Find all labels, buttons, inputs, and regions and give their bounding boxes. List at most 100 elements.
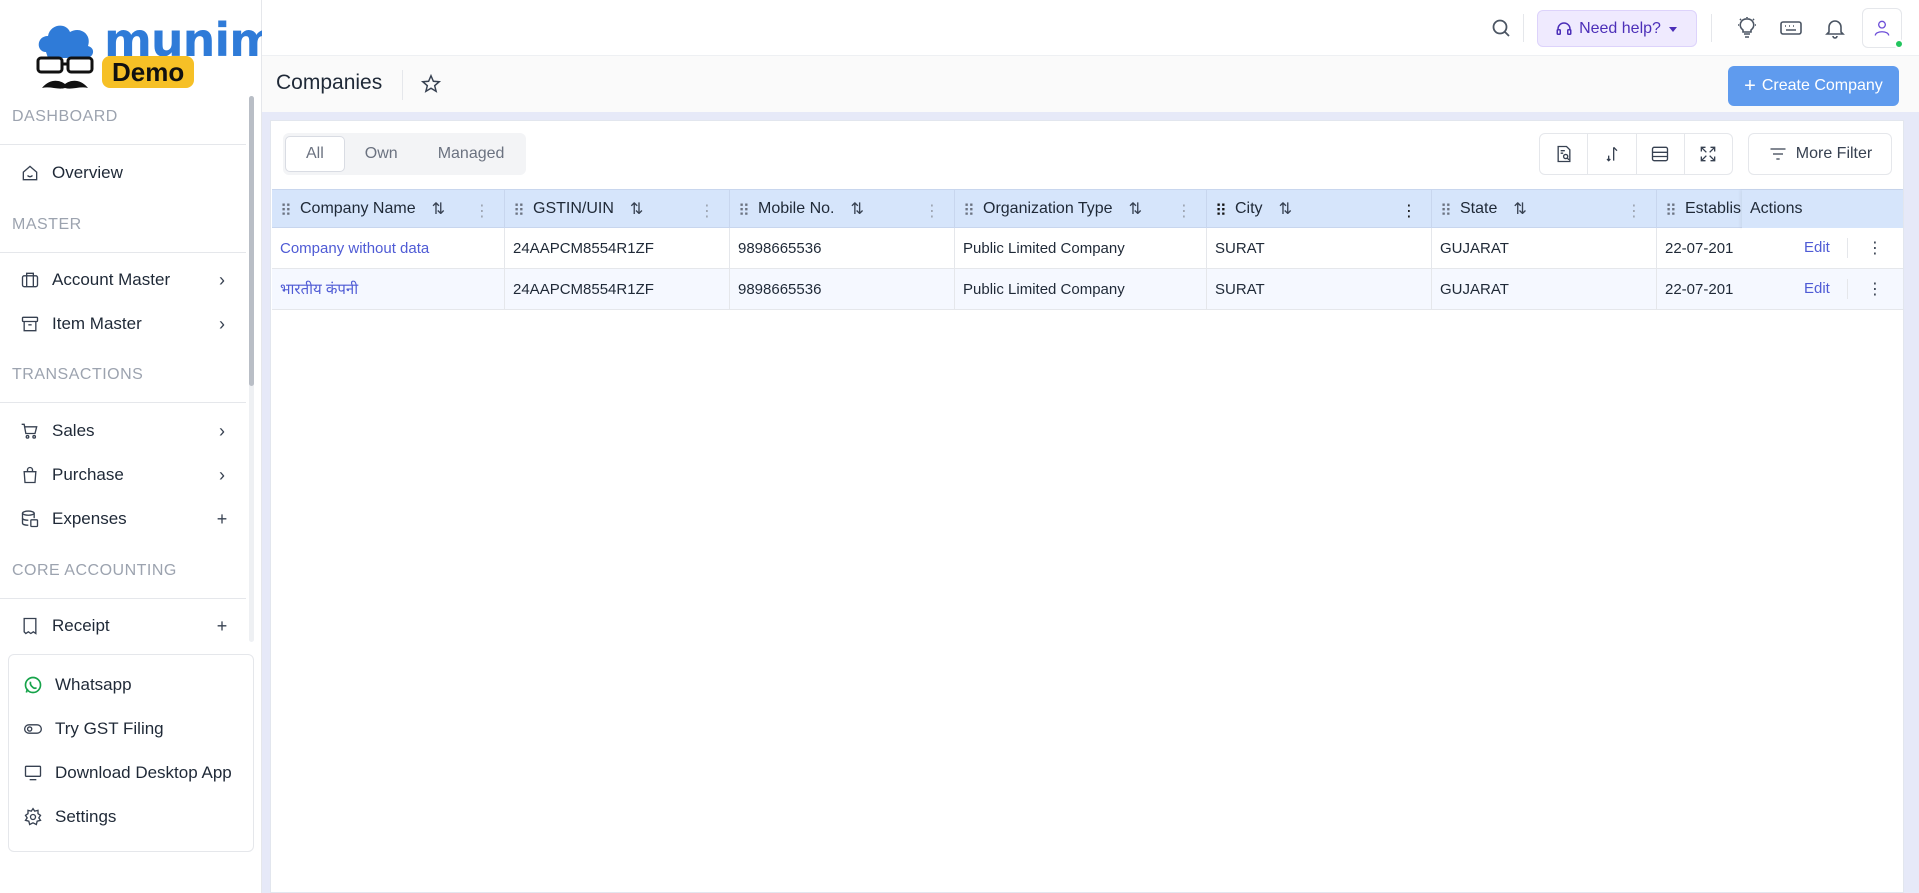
sort-icon[interactable]: ⇅ [432, 199, 445, 219]
established-cell: 22-07-201 [1665, 239, 1734, 257]
density-button[interactable] [1637, 134, 1685, 174]
sidebar-item-label: Overview [52, 163, 123, 182]
need-help-label: Need help? [1579, 19, 1661, 37]
drag-handle-icon[interactable]: ⠿ [513, 201, 525, 220]
column-label: Organization Type [983, 200, 1113, 217]
search-icon[interactable] [1489, 16, 1513, 40]
actions-cell: Edit ⋮ [1742, 228, 1903, 268]
organization-type-cell: Public Limited Company [955, 228, 1207, 268]
column-menu-icon[interactable]: ⋮ [1401, 201, 1417, 221]
sort-icon[interactable]: ⇅ [630, 199, 643, 219]
tab-own[interactable]: Own [345, 136, 418, 172]
star-icon[interactable] [420, 73, 442, 95]
divider [402, 70, 403, 100]
table-row[interactable]: Company without data 24AAPCM8554R1ZF 989… [272, 228, 1903, 269]
sidebar-item-expenses[interactable]: Expenses + [20, 504, 230, 534]
column-menu-icon[interactable]: ⋮ [1176, 201, 1192, 221]
sidebar-item-settings[interactable]: Settings [23, 807, 116, 827]
create-company-button[interactable]: + Create Company [1728, 66, 1899, 106]
gstin-cell: 24AAPCM8554R1ZF [505, 269, 730, 309]
sidebar-item-item-master[interactable]: Item Master › [20, 309, 230, 339]
sort-icon[interactable]: ⇅ [1513, 199, 1526, 219]
sidebar-item-gst-filing[interactable]: Try GST Filing [23, 719, 164, 739]
create-company-label: Create Company [1761, 77, 1883, 94]
scrollbar-thumb[interactable] [249, 96, 254, 386]
divider [1847, 279, 1848, 299]
drag-handle-icon[interactable]: ⠿ [963, 201, 975, 220]
sidebar-item-download-app[interactable]: Download Desktop App [23, 763, 232, 783]
column-actions: Actions [1742, 190, 1903, 228]
keyboard-icon[interactable] [1779, 16, 1803, 40]
column-menu-icon[interactable]: ⋮ [699, 201, 715, 221]
more-actions-icon[interactable]: ⋮ [1867, 279, 1883, 299]
column-gstin[interactable]: ⠿ GSTIN/UIN ⇅ ⋮ [505, 190, 730, 228]
column-menu-icon[interactable]: ⋮ [924, 201, 940, 221]
drag-handle-icon[interactable]: ⠿ [280, 201, 292, 220]
filter-icon [1770, 148, 1786, 160]
rows-icon [1651, 146, 1669, 162]
sidebar-item-label: Download Desktop App [55, 763, 232, 782]
column-established[interactable]: ⠿ Establis [1657, 190, 1742, 228]
plus-icon[interactable]: + [214, 617, 230, 635]
sidebar-scrollbar[interactable] [249, 96, 254, 642]
drag-handle-icon[interactable]: ⠿ [1665, 201, 1677, 220]
tab-all[interactable]: All [285, 136, 345, 172]
sort-icon[interactable]: ⇅ [1129, 199, 1142, 219]
more-filter-label: More Filter [1795, 145, 1873, 162]
column-mobile[interactable]: ⠿ Mobile No. ⇅ ⋮ [730, 190, 955, 228]
column-organization-type[interactable]: ⠿ Organization Type ⇅ ⋮ [955, 190, 1207, 228]
topbar: Need help? [262, 0, 1919, 56]
bell-icon[interactable] [1823, 16, 1847, 40]
more-actions-icon[interactable]: ⋮ [1867, 238, 1883, 258]
drag-handle-icon[interactable]: ⠿ [1215, 201, 1227, 220]
document-search-icon [1557, 145, 1571, 163]
user-avatar[interactable] [1862, 8, 1904, 49]
more-filter-button[interactable]: More Filter [1748, 133, 1892, 175]
column-menu-icon[interactable]: ⋮ [1626, 201, 1642, 221]
demo-badge: Demo [102, 56, 195, 88]
whatsapp-icon [24, 676, 42, 694]
column-company-name[interactable]: ⠿ Company Name ⇅ ⋮ [272, 190, 505, 228]
search-report-button[interactable] [1540, 134, 1589, 174]
munim-logo[interactable]: munim Demo [36, 16, 277, 96]
edit-link[interactable]: Edit [1804, 280, 1830, 297]
column-menu-icon[interactable]: ⋮ [474, 201, 490, 221]
table-toolbar [1539, 133, 1733, 175]
company-name-link[interactable]: भारतीय कंपनी [272, 269, 505, 309]
need-help-button[interactable]: Need help? [1537, 10, 1697, 47]
drag-handle-icon[interactable]: ⠿ [1440, 201, 1452, 220]
sidebar-item-label: Account Master [52, 270, 171, 289]
table-header: ⠿ Company Name ⇅ ⋮ ⠿ GSTIN/UIN ⇅ ⋮ ⠿ Mob… [272, 189, 1903, 228]
column-label: City [1235, 200, 1263, 217]
tab-managed[interactable]: Managed [418, 136, 525, 172]
sidebar-item-label: Try GST Filing [55, 719, 164, 738]
sidebar: munim Demo DASHBOARD Overview MASTER Acc… [0, 0, 277, 893]
briefcase-icon [21, 272, 39, 288]
sort-icon[interactable]: ⇅ [850, 199, 863, 219]
sidebar-item-receipt[interactable]: Receipt + [20, 611, 230, 641]
company-name-link[interactable]: Company without data [272, 228, 505, 268]
sidebar-item-label: Receipt [52, 616, 110, 635]
content-area: All Own Managed More Filter ⠿ Company Na… [262, 112, 1919, 893]
column-state[interactable]: ⠿ State ⇅ ⋮ [1432, 190, 1657, 228]
plus-icon[interactable]: + [214, 510, 230, 528]
established-cell: 22-07-201 [1665, 280, 1734, 298]
sidebar-item-account-master[interactable]: Account Master › [20, 265, 230, 295]
table-row[interactable]: भारतीय कंपनी 24AAPCM8554R1ZF 9898665536 … [272, 269, 1903, 310]
state-cell: GUJARAT [1432, 269, 1657, 309]
edit-link[interactable]: Edit [1804, 239, 1830, 256]
gstin-cell: 24AAPCM8554R1ZF [505, 228, 730, 268]
caret-down-icon [1668, 26, 1677, 32]
sidebar-item-purchase[interactable]: Purchase › [20, 460, 230, 490]
sort-button[interactable] [1588, 134, 1637, 174]
sidebar-bottom-menu: Whatsapp Try GST Filing Download Desktop… [8, 654, 254, 852]
sidebar-item-overview[interactable]: Overview [20, 158, 230, 188]
database-icon [21, 510, 39, 528]
sidebar-item-sales[interactable]: Sales › [20, 416, 230, 446]
sort-icon[interactable]: ⇅ [1279, 199, 1292, 219]
sidebar-item-whatsapp[interactable]: Whatsapp [23, 675, 132, 695]
lightbulb-icon[interactable] [1735, 16, 1759, 40]
fullscreen-button[interactable] [1685, 134, 1732, 174]
column-city[interactable]: ⠿ City ⇅ ⋮ [1207, 190, 1432, 228]
drag-handle-icon[interactable]: ⠿ [738, 201, 750, 220]
